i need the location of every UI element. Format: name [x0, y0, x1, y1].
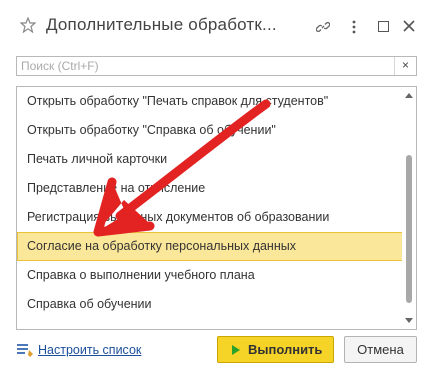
star-icon[interactable] — [20, 17, 36, 33]
settings-list-label[interactable]: Настроить список — [38, 343, 141, 357]
processing-list: Открыть обработку "Печать справок для ст… — [16, 86, 417, 330]
more-icon[interactable] — [350, 19, 358, 35]
cancel-button[interactable]: Отмена — [344, 336, 417, 363]
link-icon[interactable] — [316, 20, 330, 34]
list-item[interactable]: Регистрация выданных документов об образ… — [17, 203, 403, 232]
play-icon — [232, 345, 240, 355]
scroll-thumb[interactable] — [406, 155, 412, 303]
window-title: Дополнительные обработк... — [46, 15, 277, 34]
scroll-up-icon[interactable] — [405, 93, 413, 98]
close-icon[interactable] — [402, 19, 416, 33]
run-button[interactable]: Выполнить — [217, 336, 334, 363]
list-item[interactable]: Представление на отчисление — [17, 174, 403, 203]
run-button-label: Выполнить — [248, 342, 323, 357]
list-item[interactable]: Открыть обработку "Печать справок для ст… — [17, 87, 403, 116]
list-item[interactable]: Справка об обучении — [17, 290, 403, 319]
list-item[interactable]: Открыть обработку "Справка об обучении" — [17, 116, 403, 145]
title-bar: Дополнительные обработк... — [0, 0, 430, 46]
list-scrollbar[interactable] — [402, 87, 416, 329]
scroll-down-icon[interactable] — [405, 318, 413, 323]
search-field: × — [16, 56, 417, 76]
list-item[interactable]: Печать личной карточки — [17, 145, 403, 174]
list-item[interactable]: Справка о выполнении учебного плана — [17, 261, 403, 290]
search-input[interactable] — [17, 57, 392, 75]
settings-list-icon — [17, 344, 33, 357]
additional-processing-window: Дополнительные обработк... × Открыть обр… — [0, 0, 430, 378]
list-item-selected[interactable]: Согласие на обработку персональных данны… — [17, 232, 403, 261]
maximize-icon[interactable] — [378, 21, 389, 32]
search-clear-button[interactable]: × — [394, 57, 416, 75]
